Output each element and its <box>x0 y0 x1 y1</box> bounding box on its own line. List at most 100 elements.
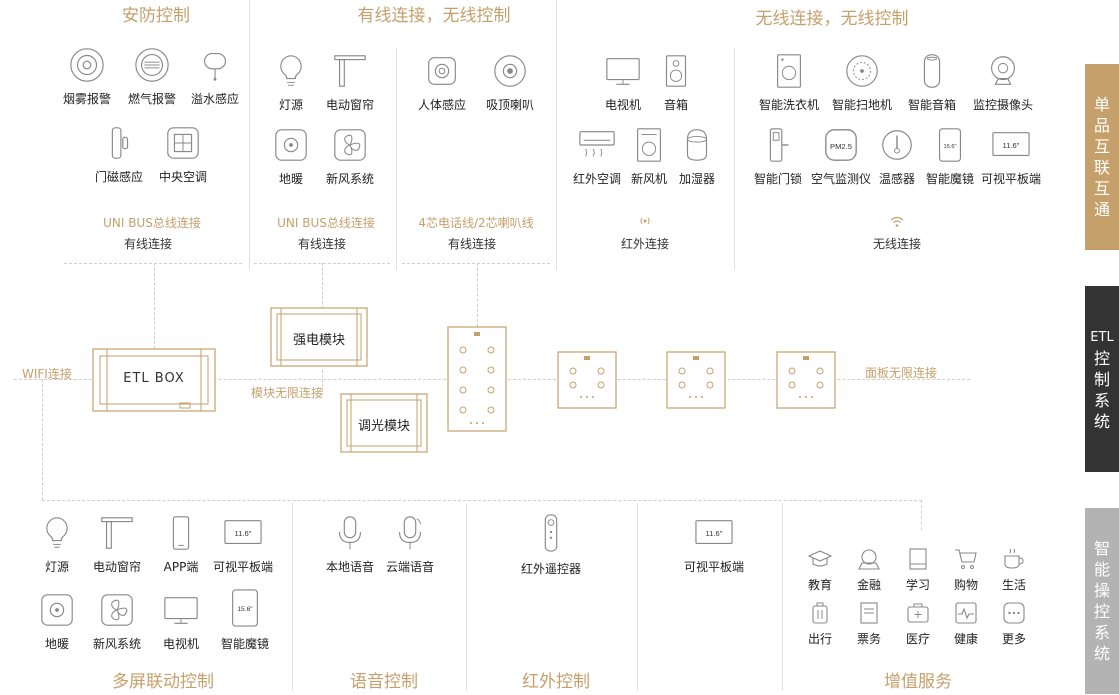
sidebar-char: 能 <box>1093 560 1110 579</box>
water-sensor-icon <box>203 53 227 81</box>
ceiling-speaker-icon <box>494 55 526 87</box>
service-life: 生活 <box>992 546 1036 593</box>
smart-speaker-icon <box>923 54 941 88</box>
control-panel <box>776 351 836 409</box>
bottom-visual-tablet: 11.6" 可视平板端 <box>675 514 753 575</box>
sidebar-char: 统 <box>1093 411 1110 431</box>
wireless-connection-label: 无线连接 <box>872 237 922 251</box>
etl-box-label: ETL BOX <box>123 371 185 386</box>
motion-sensor-icon <box>428 57 456 85</box>
central-ac-icon <box>167 127 199 159</box>
cloud-microphone-icon <box>398 516 422 550</box>
control-panel <box>557 351 617 409</box>
tablet-icon: 11.6" <box>992 132 1030 157</box>
washing-machine-icon <box>777 54 801 88</box>
sidebar-char: 单 <box>1093 95 1110 114</box>
ir-connection-label: 红外连接 <box>620 237 670 251</box>
divider <box>782 503 783 691</box>
smart-mirror-icon: 15.6" <box>938 128 962 162</box>
sidebar-char: 控 <box>1093 348 1110 368</box>
device-label: 智能洗衣机 <box>758 98 819 112</box>
coffee-cup-icon <box>1004 548 1024 569</box>
service-label: 票务 <box>856 632 881 646</box>
device-central-ac: 中央空调 <box>144 124 222 185</box>
sidebar-char: 操 <box>1093 581 1110 600</box>
control-panel-tall <box>447 326 507 432</box>
device-smart-speaker: 智能音箱 <box>893 52 971 113</box>
sidebar-char: 通 <box>1093 200 1110 219</box>
shopping-cart-icon <box>955 549 977 569</box>
device-label: 人体感应 <box>417 98 466 112</box>
sidebar-char: 互 <box>1093 179 1110 198</box>
sidebar-char: 系 <box>1093 390 1110 410</box>
device-tablet: 11.6" 可视平板端 <box>972 126 1050 187</box>
device-label: 可视平板端 <box>212 560 273 574</box>
device-ceiling-speaker: 吸顶喇叭 <box>471 52 549 113</box>
device-robot-vacuum: 智能扫地机 <box>823 52 901 113</box>
light-bulb-icon <box>46 517 68 548</box>
service-health: 健康 <box>944 600 988 647</box>
device-label: 溢水感应 <box>190 92 239 106</box>
device-humidifier: 加湿器 <box>658 126 736 187</box>
uni-bus-label: UNI BUS总线连接 <box>103 216 201 230</box>
sidebar-char: ETL <box>1090 329 1114 345</box>
smoke-alarm-icon <box>70 48 104 82</box>
tablet-size-label: 11.6" <box>706 529 723 538</box>
sidebar-char: 统 <box>1093 644 1110 663</box>
value-added-services-title: 增值服务 <box>884 672 952 692</box>
gas-alarm-icon <box>135 48 169 82</box>
device-camera: 监控摄像头 <box>964 52 1042 113</box>
service-tickets: 票务 <box>847 600 891 647</box>
service-label: 学习 <box>905 578 930 592</box>
phone-line-label: 4芯电话线/2芯喇叭线 <box>418 216 534 230</box>
divider <box>556 0 557 270</box>
sidebar-char: 控 <box>1093 602 1110 621</box>
control-panel <box>666 351 726 409</box>
tv-icon <box>164 597 198 624</box>
sidebar-single-product: 单 品 互 联 互 通 <box>1085 64 1119 250</box>
graduation-cap-icon <box>807 550 833 567</box>
connector-line <box>42 379 43 500</box>
bottom-smart-mirror: 15.6" 智能魔镜 <box>206 587 284 652</box>
pm-label: PM2.5 <box>830 142 852 151</box>
service-study: 学习 <box>896 546 940 593</box>
humidifier-icon <box>686 129 708 161</box>
service-medical: 医疗 <box>896 600 940 647</box>
connector-line <box>64 263 242 264</box>
device-label: 加湿器 <box>678 172 715 186</box>
service-more: 更多 <box>992 600 1036 647</box>
smart-lock-icon <box>769 128 789 162</box>
floor-heating-icon <box>275 129 307 161</box>
service-label: 出行 <box>807 632 832 646</box>
sidebar-char: 系 <box>1093 623 1110 642</box>
device-label: 音箱 <box>663 98 688 112</box>
sidebar-char: 联 <box>1093 158 1110 177</box>
device-label: 监控摄像头 <box>972 98 1033 112</box>
device-label: 吸顶喇叭 <box>485 98 534 112</box>
tablet-icon: 11.6" <box>224 520 262 545</box>
device-label: 智能扫地机 <box>831 98 892 112</box>
connector-line <box>921 500 922 530</box>
device-label: 云端语音 <box>385 560 434 574</box>
connector-line <box>402 263 550 264</box>
mirror-size-label: 15.6" <box>237 606 253 613</box>
wireless-wireless-title: 无线连接，无线控制 <box>755 9 909 29</box>
robot-vacuum-icon <box>846 55 878 87</box>
sidebar-smart-control: 智 能 操 控 系 统 <box>1085 508 1119 694</box>
wifi-signal-icon <box>890 216 904 227</box>
device-label: 红外遥控器 <box>520 562 581 576</box>
sidebar-char: 互 <box>1093 137 1110 156</box>
tablet-size-label: 11.6" <box>235 529 252 538</box>
service-label: 教育 <box>807 578 832 592</box>
multi-screen-title: 多屏联动控制 <box>112 672 214 692</box>
device-label: 新风系统 <box>325 172 374 186</box>
book-icon <box>909 548 927 570</box>
divider <box>637 503 638 691</box>
device-washer: 智能洗衣机 <box>750 52 828 113</box>
connector-line <box>322 263 323 309</box>
sidebar-char: 智 <box>1093 539 1110 558</box>
service-education: 教育 <box>798 546 842 593</box>
voice-control-title: 语音控制 <box>350 672 418 692</box>
wired-label: 有线连接 <box>447 237 497 251</box>
wired-wireless-title: 有线连接，无线控制 <box>357 6 511 26</box>
